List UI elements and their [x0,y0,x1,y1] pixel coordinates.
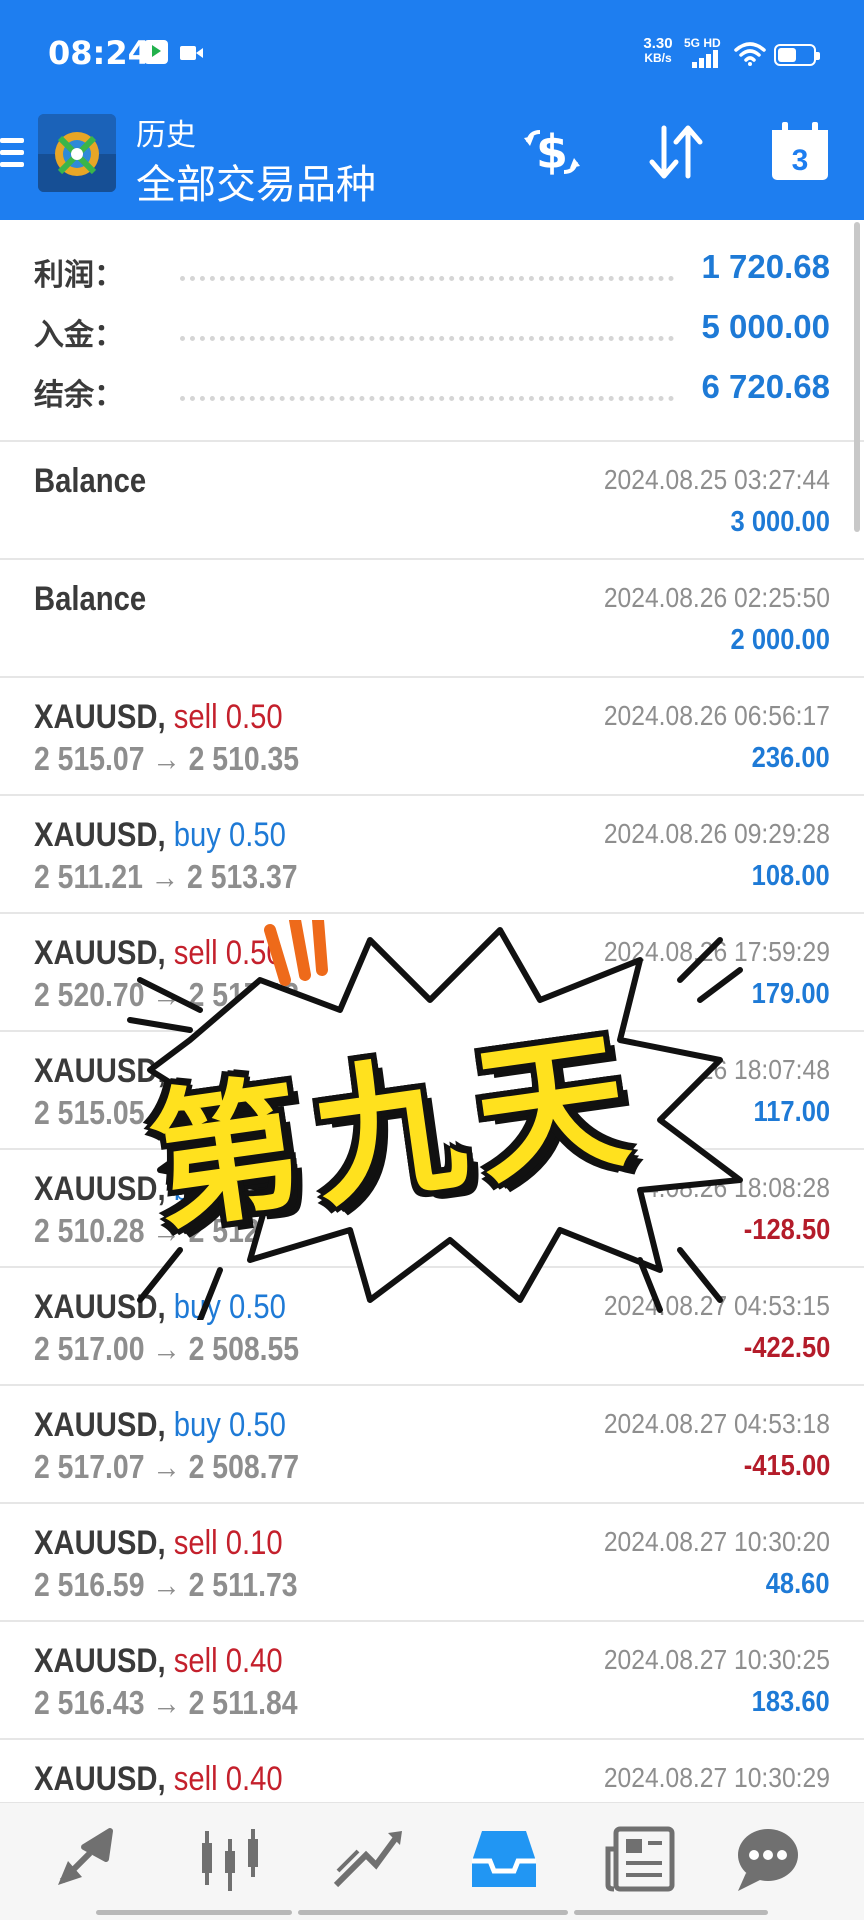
nav-indicator-3 [574,1910,768,1915]
deal-row[interactable]: XAUUSD, sell 0.40 2 516.43 → 2 511.84 2024… [0,1622,864,1740]
deal-row[interactable]: XAUUSD, sell 0.40 2024.08.27 10:30:29 [0,1740,864,1802]
deal-symbol: XAUUSD, sell 0.50 [34,698,283,736]
deal-time: 2024.08.27 04:53:18 [603,1408,830,1439]
deal-time: 2024.08.27 04:53:15 [603,1290,830,1321]
network-type: 5G HD [684,36,721,50]
quotes-icon[interactable] [50,1821,130,1897]
deal-prices: 2 511.21 → 2 513.37 [34,858,298,895]
deal-row[interactable]: XAUUSD, sell 0.10 2 516.59 → 2 511.73 2024… [0,1504,864,1622]
deal-row[interactable]: XAUUSD, sell 0.50 2 515.07 → 2 510.35 2024… [0,678,864,796]
deal-symbol: XAUUSD, sell 0.40 [34,1642,283,1680]
deal-symbol: XAUUSD, sell 0.40 [34,1760,283,1798]
deal-time: 2024.08.26 09:29:28 [603,818,830,849]
video-app-icon [144,40,168,64]
deal-time: 2024.08.26 18:07:48 [603,1054,830,1085]
deal-prices: 2 517.00 → 2 508.55 [34,1330,300,1367]
deal-profit: -422.50 [743,1332,830,1364]
deal-profit: -128.50 [743,1214,830,1246]
deal-symbol: Balance [34,580,147,618]
deal-prices: 2 515.07 → 2 510.35 [34,740,300,777]
bottom-nav [0,1802,864,1920]
chat-icon[interactable] [726,1821,806,1897]
summary-row-deposit: 入金： 5 000.00 [34,308,830,352]
menu-icon[interactable] [0,138,24,172]
deal-direction: buy 0.50 [173,816,286,854]
trade-icon[interactable] [328,1821,408,1897]
deal-direction: buy 0.50 [173,1288,286,1326]
deal-profit: 117.00 [753,1096,830,1128]
history-icon[interactable] [464,1821,544,1897]
deal-direction: sell 0.40 [173,1760,283,1798]
deal-symbol: XAUUSD, sell 0.50 [34,934,283,972]
deal-profit: 108.00 [751,860,830,892]
svg-text:$: $ [536,125,568,179]
deal-direction: sell 0.40 [173,1642,283,1680]
app-header: 08:24 3.30 KB/s 5G HD 历史 全部交易品种 $ 3 [0,0,864,220]
deal-time: 2024.08.27 10:30:20 [603,1526,830,1557]
deal-profit: 2 000.00 [730,624,830,656]
status-time: 08:24 [48,34,150,72]
deal-profit: 179.00 [751,978,830,1010]
news-icon[interactable] [602,1821,682,1897]
deal-direction: sell 0.50 [173,698,283,736]
deal-profit: 3 000.00 [730,506,830,538]
deal-symbol: XAUUSD, sell 0.10 [34,1524,283,1562]
deal-row[interactable]: XAUUSD, buy 0.50 2 517.07 → 2 508.77 2024.… [0,1386,864,1504]
camera-icon [180,46,203,60]
summary-panel: 利润： 1 720.68 入金： 5 000.00 结余： 6 720.68 [0,220,864,442]
battery-icon [774,44,820,66]
deal-profit: -415.00 [743,1450,830,1482]
deal-row[interactable]: XAUUSD, buy 0.50 2 517.00 → 2 508.55 2024.… [0,1268,864,1386]
scrollbar[interactable] [854,222,860,532]
deal-profit: 236.00 [751,742,830,774]
deal-symbol: XAUUSD, buy 0.50 [34,816,286,854]
status-bar: 08:24 3.30 KB/s 5G HD [0,0,864,105]
sort-icon[interactable] [644,120,708,184]
deal-profit: 183.60 [751,1686,830,1718]
deal-symbol: Balance [34,462,147,500]
deal-prices: 2 517.07 → 2 508.77 [34,1448,300,1485]
deal-profit: 48.60 [766,1568,830,1600]
deal-time: 2024.08.26 06:56:17 [603,700,830,731]
deal-prices: 2 516.59 → 2 511.73 [34,1566,298,1603]
calendar-day: 3 [791,144,809,177]
deal-symbol: XAUUSD, buy 0.50 [34,1288,286,1326]
deal-time: 2024.08.27 10:30:29 [603,1762,830,1793]
summary-row-profit: 利润： 1 720.68 [34,248,830,292]
deal-prices: 2 516.43 → 2 511.84 [34,1684,298,1721]
app-logo [38,114,116,192]
deal-direction: sell 0.50 [173,934,283,972]
nav-indicator-2 [298,1910,568,1915]
chart-icon[interactable] [190,1821,270,1897]
deal-time: 2024.08.26 02:25:50 [603,582,830,613]
deal-time: 2024.08.25 03:27:44 [603,464,830,495]
deal-row[interactable]: Balance 2024.08.25 03:27:44 3 000.00 [0,442,864,560]
wifi-icon [734,42,766,66]
deal-time: 2024.08.26 17:59:29 [603,936,830,967]
page-subtitle: 历史 [136,119,196,152]
deal-prices: 2 520.70 → 2 517.12 [34,976,300,1013]
deal-direction: buy 0.50 [173,1406,286,1444]
page-title[interactable]: 全部交易品种 [136,152,376,210]
deal-direction: sell 0.10 [173,1524,283,1562]
deal-row[interactable]: Balance 2024.08.26 02:25:50 2 000.00 [0,560,864,678]
deal-time: 2024.08.27 10:30:25 [603,1644,830,1675]
deal-symbol: XAUUSD, buy 0.50 [34,1406,286,1444]
network-speed: 3.30 KB/s [643,35,673,65]
nav-indicator-1 [96,1910,292,1915]
deal-row[interactable]: XAUUSD, buy 0.50 2 511.21 → 2 513.37 2024.… [0,796,864,914]
dollar-filter-icon[interactable]: $ [520,120,584,184]
signal-icon [690,50,720,68]
summary-row-balance: 结余： 6 720.68 [34,368,830,412]
